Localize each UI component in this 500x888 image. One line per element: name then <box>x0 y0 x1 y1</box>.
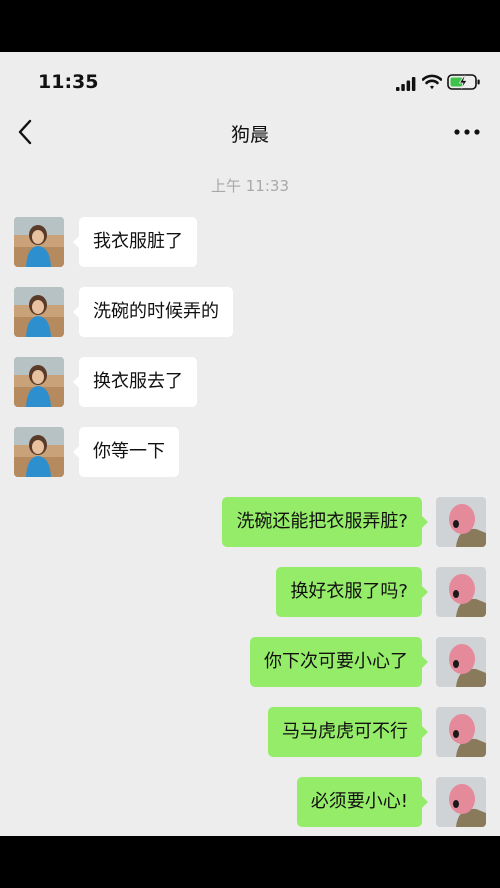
incoming-message: 你等一下 <box>0 427 500 477</box>
outgoing-bubble[interactable]: 你下次可要小心了 <box>250 637 428 687</box>
contact-avatar[interactable] <box>14 357 64 407</box>
user-avatar[interactable] <box>436 497 486 547</box>
contact-avatar[interactable] <box>14 217 64 267</box>
incoming-bubble[interactable]: 换衣服去了 <box>73 357 197 407</box>
battery-charging-icon <box>447 74 480 90</box>
outgoing-bubble[interactable]: 马马虎虎可不行 <box>268 707 428 757</box>
outgoing-bubble[interactable]: 洗碗还能把衣服弄脏? <box>222 497 428 547</box>
user-avatar[interactable] <box>436 707 486 757</box>
chat-title: 狗晨 <box>230 124 269 146</box>
status-bar: 11:35 <box>0 52 500 110</box>
outgoing-message: 你下次可要小心了 <box>0 637 500 687</box>
user-avatar[interactable] <box>436 637 486 687</box>
wifi-icon <box>422 74 442 90</box>
status-time: 11:35 <box>38 71 99 93</box>
user-avatar[interactable] <box>436 567 486 617</box>
outgoing-bubble[interactable]: 必须要小心! <box>296 777 429 827</box>
outgoing-message: 必须要小心! <box>0 777 500 827</box>
more-icon[interactable] <box>452 126 482 138</box>
outgoing-message: 马马虎虎可不行 <box>0 707 500 757</box>
incoming-message: 换衣服去了 <box>0 357 500 407</box>
outgoing-message: 洗碗还能把衣服弄脏? <box>0 497 500 547</box>
incoming-bubble[interactable]: 洗碗的时候弄的 <box>73 287 233 337</box>
message-timestamp: 上午 11:33 <box>211 177 289 195</box>
outgoing-message: 换好衣服了吗? <box>0 567 500 617</box>
incoming-message: 洗碗的时候弄的 <box>0 287 500 337</box>
user-avatar[interactable] <box>436 777 486 827</box>
incoming-bubble[interactable]: 你等一下 <box>73 427 179 477</box>
outgoing-bubble[interactable]: 换好衣服了吗? <box>276 567 428 617</box>
incoming-message: 我衣服脏了 <box>0 217 500 267</box>
contact-avatar[interactable] <box>14 427 64 477</box>
cellular-signal-icon <box>396 77 416 91</box>
contact-avatar[interactable] <box>14 287 64 337</box>
chat-screen: 11:35 狗晨 上午 11:33 我衣服脏了 洗碗的时候弄的 换衣服去了 你等… <box>0 52 500 836</box>
incoming-bubble[interactable]: 我衣服脏了 <box>73 217 197 267</box>
chat-header: 狗晨 <box>0 110 500 154</box>
